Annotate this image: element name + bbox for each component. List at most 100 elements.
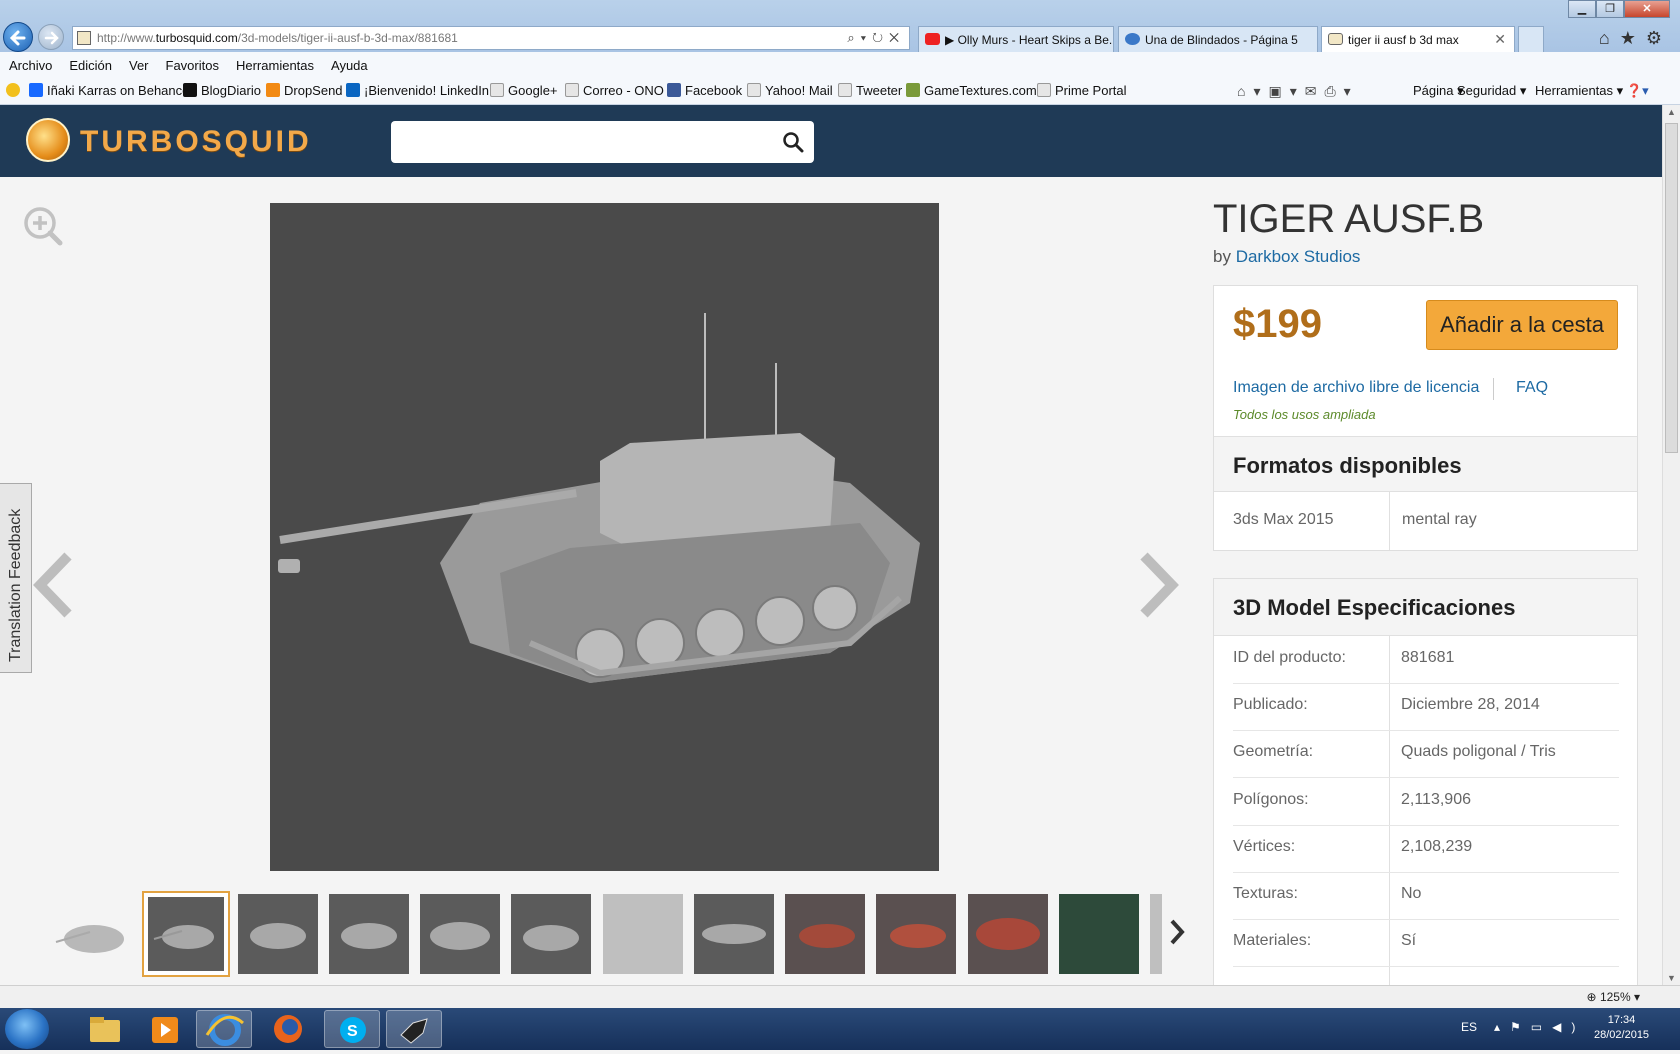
- thumbnail[interactable]: [420, 894, 500, 974]
- thumbnail[interactable]: [876, 894, 956, 974]
- skype-taskbar-button[interactable]: S: [324, 1010, 380, 1048]
- cmd-seguridad[interactable]: Seguridad ▾: [1457, 83, 1526, 99]
- favorites-star-icon[interactable]: ★: [1620, 28, 1646, 48]
- fav-correo[interactable]: Correo - ONO: [565, 83, 664, 98]
- rss-icon[interactable]: ▣▾: [1268, 83, 1304, 99]
- gear-icon[interactable]: ⚙: [1646, 28, 1672, 48]
- search-icon[interactable]: [782, 131, 804, 153]
- taskbar: S ES ▴⚑▭◀) 17:34 28/02/2015: [0, 1008, 1680, 1050]
- clock[interactable]: 17:34 28/02/2015: [1594, 1013, 1649, 1043]
- product-main-image[interactable]: [270, 203, 939, 871]
- home-icon[interactable]: ⌂▾: [1237, 83, 1268, 99]
- menu-favoritos[interactable]: Favoritos: [157, 52, 227, 73]
- search-input[interactable]: [391, 121, 814, 163]
- explorer-taskbar-button[interactable]: [76, 1010, 132, 1048]
- fav-dropsend[interactable]: DropSend: [266, 83, 343, 98]
- translation-feedback-tab[interactable]: Translation Feedback: [0, 483, 32, 673]
- page-icon: [565, 83, 579, 97]
- url-text[interactable]: http://www.turbosquid.com/3d-models/tige…: [97, 31, 458, 45]
- print-icon[interactable]: ⎙▾: [1324, 83, 1358, 99]
- menu-herramientas[interactable]: Herramientas: [227, 52, 322, 73]
- fav-yahoo[interactable]: Yahoo! Mail: [747, 83, 833, 98]
- author-link[interactable]: Darkbox Studios: [1236, 247, 1361, 266]
- flag-icon[interactable]: ⚑: [1510, 1020, 1531, 1034]
- scroll-up-icon[interactable]: ▲: [1667, 107, 1676, 117]
- fav-blogdiario[interactable]: BlogDiario: [183, 83, 261, 98]
- scrollbar-thumb[interactable]: [1665, 123, 1678, 453]
- favorites-star-icon[interactable]: [6, 83, 24, 98]
- spec-value: 2,113,906: [1401, 791, 1471, 808]
- volume-icon[interactable]: ◀): [1552, 1020, 1585, 1034]
- fav-googleplus[interactable]: Google+: [490, 83, 558, 98]
- back-button[interactable]: [3, 22, 33, 52]
- thumbnail[interactable]: [785, 894, 865, 974]
- spec-value: Sí: [1401, 932, 1417, 949]
- menu-archivo[interactable]: Archivo: [0, 52, 60, 73]
- address-tools: ⌕▾↻✕: [847, 30, 905, 46]
- tab-turbosquid[interactable]: tiger ii ausf b 3d max ✕: [1321, 26, 1515, 54]
- thumbnail[interactable]: [511, 894, 591, 974]
- scroll-down-icon[interactable]: ▼: [1667, 973, 1676, 983]
- thumbnail-strip: [52, 889, 1162, 979]
- thumbnail-selected[interactable]: [142, 891, 230, 977]
- license-link[interactable]: Imagen de archivo libre de licencia: [1233, 379, 1479, 397]
- mail-icon[interactable]: ✉: [1305, 83, 1325, 99]
- window-controls: ▁ ❐ ✕: [1568, 0, 1670, 20]
- windows-start-button[interactable]: [5, 1009, 49, 1049]
- forward-button[interactable]: [38, 24, 64, 50]
- turbosquid-logo-icon[interactable]: [26, 118, 70, 162]
- audio-app-taskbar-button[interactable]: [386, 1010, 442, 1048]
- favorites-bar: Iñaki Karras on Behance BlogDiario DropS…: [0, 78, 1680, 105]
- close-tab-icon[interactable]: ✕: [1494, 31, 1506, 48]
- thumbnail[interactable]: [52, 894, 132, 974]
- previous-image-arrow-icon[interactable]: [30, 550, 78, 620]
- thumbnail[interactable]: [603, 894, 683, 974]
- new-tab-button[interactable]: [1518, 26, 1544, 52]
- media-player-taskbar-button[interactable]: [136, 1010, 192, 1048]
- site-favicon-icon: [77, 31, 91, 45]
- menu-ayuda[interactable]: Ayuda: [322, 52, 376, 73]
- minimize-button[interactable]: ▁: [1568, 0, 1596, 18]
- vertical-scrollbar[interactable]: ▲ ▼: [1662, 105, 1680, 985]
- show-hidden-icons-icon[interactable]: ▴: [1494, 1020, 1510, 1034]
- thumbnail[interactable]: [694, 894, 774, 974]
- thumbnail[interactable]: [968, 894, 1048, 974]
- fav-tweeter[interactable]: Tweeter: [838, 83, 902, 98]
- home-icon[interactable]: ⌂: [1599, 28, 1620, 48]
- blogdiario-icon: [183, 83, 197, 97]
- cmd-herramientas[interactable]: Herramientas ▾: [1535, 83, 1623, 99]
- network-icon[interactable]: ▭: [1531, 1020, 1552, 1034]
- tab-youtube[interactable]: ▶ Olly Murs - Heart Skips a Be...: [918, 26, 1114, 52]
- fav-linkedin[interactable]: ¡Bienvenido! LinkedIn: [346, 83, 489, 98]
- fav-behance[interactable]: Iñaki Karras on Behance: [29, 83, 189, 98]
- help-icon[interactable]: ❓▾: [1626, 83, 1649, 99]
- add-to-cart-button[interactable]: Añadir a la cesta: [1426, 300, 1618, 350]
- close-window-button[interactable]: ✕: [1624, 0, 1670, 18]
- menu-ver[interactable]: Ver: [120, 52, 157, 73]
- thumbnail[interactable]: [238, 894, 318, 974]
- thumbnail[interactable]: [329, 894, 409, 974]
- zoom-in-icon[interactable]: [22, 205, 64, 247]
- thumbnail[interactable]: [1059, 894, 1139, 974]
- zoom-level[interactable]: ⊕ 125% ▾: [1587, 990, 1640, 1004]
- address-bar[interactable]: http://www.turbosquid.com/3d-models/tige…: [72, 26, 910, 50]
- fav-primeportal[interactable]: Prime Portal: [1037, 83, 1127, 98]
- thumbnails-next-icon[interactable]: [1166, 917, 1188, 947]
- ie-taskbar-button[interactable]: [196, 1010, 252, 1048]
- language-indicator[interactable]: ES: [1461, 1020, 1477, 1034]
- fav-facebook[interactable]: Facebook: [667, 83, 742, 98]
- firefox-taskbar-button[interactable]: [260, 1010, 316, 1048]
- search-icon[interactable]: ⌕: [847, 30, 860, 45]
- faq-link[interactable]: FAQ: [1516, 379, 1548, 397]
- refresh-icon[interactable]: ↻: [872, 30, 889, 45]
- tab-blindados[interactable]: Una de Blindados - Página 5: [1118, 26, 1318, 52]
- thumbnail[interactable]: [1150, 894, 1162, 974]
- price: $199: [1233, 302, 1322, 346]
- dropdown-icon[interactable]: ▾: [861, 30, 872, 45]
- stop-icon[interactable]: ✕: [889, 30, 905, 45]
- fav-gametextures[interactable]: GameTextures.com: [906, 83, 1037, 98]
- maximize-button[interactable]: ❐: [1596, 0, 1624, 18]
- next-image-arrow-icon[interactable]: [1134, 550, 1182, 620]
- site-logo[interactable]: TURBOSQUID: [80, 125, 312, 159]
- menu-edicion[interactable]: Edición: [60, 52, 120, 73]
